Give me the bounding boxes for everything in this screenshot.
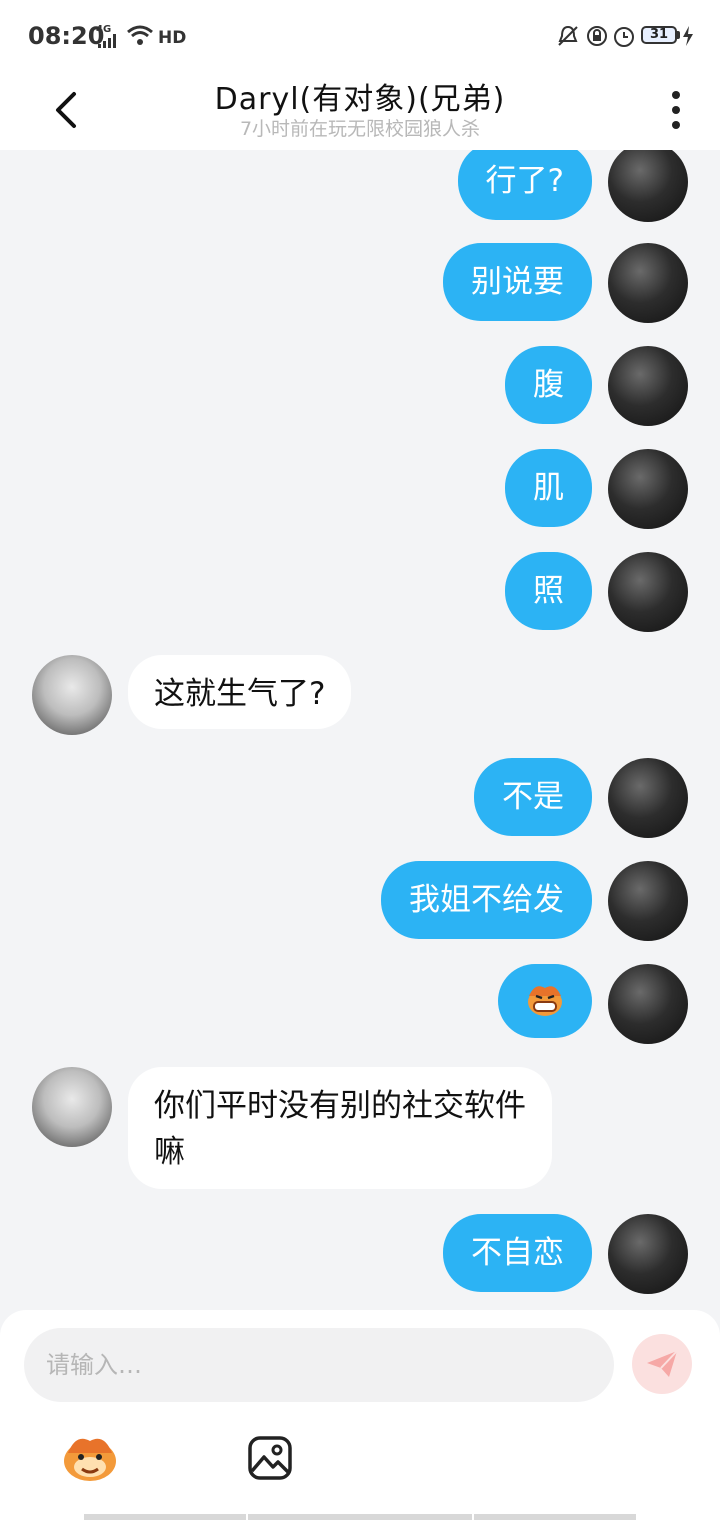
nav-bar-segment: [84, 1514, 246, 1520]
signal-icon: [98, 34, 116, 48]
message-input[interactable]: [24, 1328, 614, 1402]
contact-avatar[interactable]: [32, 1067, 112, 1147]
outgoing-message-bubble[interactable]: 不是: [474, 758, 592, 836]
my-avatar[interactable]: [608, 243, 688, 323]
emoji-icon: [64, 1438, 116, 1481]
my-avatar[interactable]: [608, 861, 688, 941]
message-row: 照: [0, 552, 720, 632]
outgoing-message-bubble[interactable]: 腹: [505, 346, 592, 424]
contact-avatar[interactable]: [32, 655, 112, 735]
message-row: [0, 964, 720, 1044]
outgoing-message-bubble[interactable]: 不自恋: [443, 1214, 592, 1292]
my-avatar[interactable]: [608, 1214, 688, 1294]
outgoing-message-bubble[interactable]: 肌: [505, 449, 592, 527]
my-avatar[interactable]: [608, 964, 688, 1044]
mute-icon: [558, 25, 578, 46]
battery-tip: [677, 31, 680, 39]
status-bar: 08:20 4G HD 31: [0, 0, 720, 72]
outgoing-message-bubble[interactable]: 别说要: [443, 243, 592, 321]
my-avatar[interactable]: [608, 150, 688, 222]
status-time: 08:20: [28, 22, 105, 50]
send-icon: [647, 1350, 678, 1377]
grinning-cat-emoji-icon: [528, 986, 562, 1016]
my-avatar[interactable]: [608, 758, 688, 838]
message-row: 我姐不给发: [0, 861, 720, 941]
message-row: 这就生气了?: [0, 655, 720, 735]
outgoing-message-bubble[interactable]: 照: [505, 552, 592, 630]
image-button[interactable]: [238, 1430, 302, 1486]
outgoing-sticker-bubble[interactable]: [498, 964, 592, 1038]
my-avatar[interactable]: [608, 346, 688, 426]
lock-icon: [587, 26, 607, 46]
message-row: 肌: [0, 449, 720, 529]
emoji-button[interactable]: [58, 1430, 122, 1486]
message-row: 别说要: [0, 243, 720, 323]
battery-icon: 31: [641, 26, 677, 44]
outgoing-message-bubble[interactable]: 我姐不给发: [381, 861, 592, 939]
incoming-message-bubble[interactable]: 你们平时没有别的社交软件 嘛: [128, 1067, 552, 1189]
message-list[interactable]: 行了? 别说要腹肌照这就生气了? 不是我姐不给发你们平时没有别的社交软件 嘛不自恋: [0, 150, 720, 1310]
message-row: 行了?: [0, 150, 720, 222]
chat-subtitle: 7小时前在玩无限校园狼人杀: [239, 118, 481, 140]
send-button[interactable]: [632, 1334, 692, 1394]
chat-header: Daryl(有对象)(兄弟) 7小时前在玩无限校园狼人杀: [0, 72, 720, 150]
composer: [0, 1310, 720, 1520]
hd-label: HD: [158, 28, 187, 48]
nav-bar-segment: [248, 1514, 472, 1520]
message-row: 你们平时没有别的社交软件 嘛: [0, 1067, 720, 1189]
wifi-icon: [127, 25, 153, 45]
alarm-icon: [614, 27, 634, 47]
more-button[interactable]: [656, 80, 696, 140]
image-icon: [248, 1436, 292, 1480]
incoming-message-bubble[interactable]: 这就生气了?: [128, 655, 352, 729]
charging-icon: [683, 26, 693, 46]
message-row: 不是: [0, 758, 720, 838]
nav-bar-segment: [474, 1514, 636, 1520]
message-row: 不自恋: [0, 1214, 720, 1294]
message-row: 腹: [0, 346, 720, 426]
my-avatar[interactable]: [608, 552, 688, 632]
more-icon: [672, 91, 680, 99]
outgoing-message-bubble[interactable]: 行了?: [457, 150, 592, 220]
chat-title: Daryl(有对象)(兄弟): [214, 82, 506, 117]
my-avatar[interactable]: [608, 449, 688, 529]
